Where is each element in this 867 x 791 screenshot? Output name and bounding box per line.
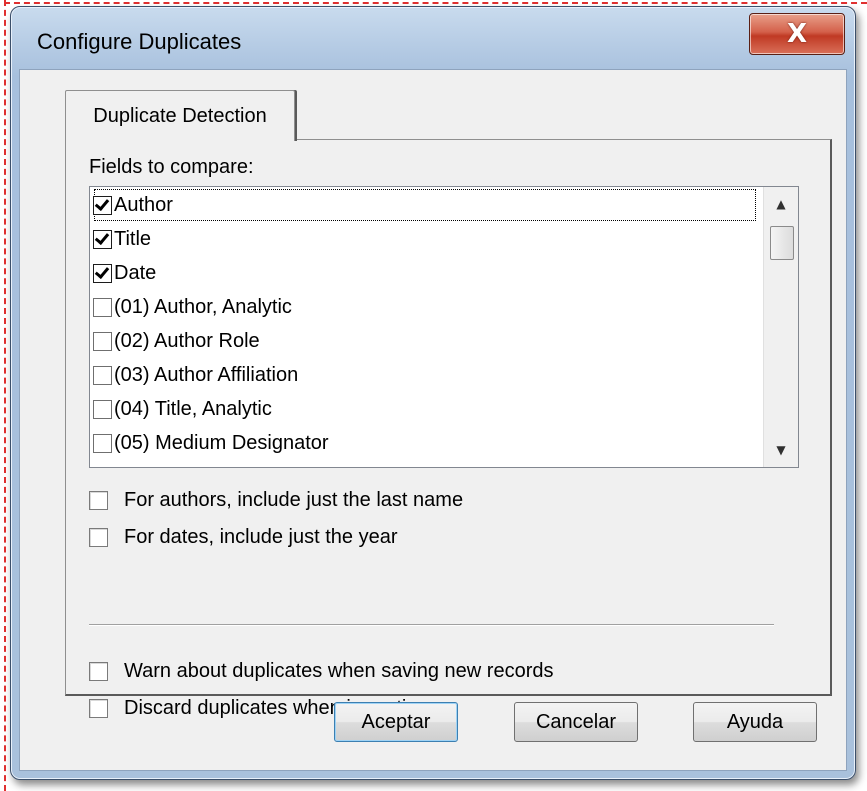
list-item[interactable]: (02) Author Role (93, 324, 757, 358)
field-label: (03) Author Affiliation (114, 363, 299, 386)
listbox-scrollbar[interactable]: ▲ ▼ (763, 187, 798, 467)
field-checkbox[interactable] (93, 365, 112, 385)
tab-duplicate-detection[interactable]: Duplicate Detection (65, 90, 295, 141)
dialog-client-area: Duplicate Detection Fields to compare: A… (19, 69, 847, 771)
list-item[interactable]: (03) Author Affiliation (93, 358, 757, 392)
options-divider (89, 624, 774, 626)
dates-year-label: For dates, include just the year (124, 525, 398, 548)
field-checkbox[interactable] (93, 433, 112, 453)
accept-button[interactable]: Aceptar (334, 702, 458, 742)
list-item[interactable]: (01) Author, Analytic (93, 290, 757, 324)
duplicate-detection-panel: Fields to compare: Author Title Date (01… (65, 139, 832, 719)
field-checkbox[interactable] (93, 195, 112, 215)
field-label: (05) Medium Designator (114, 431, 329, 454)
field-label: Title (114, 227, 152, 250)
warn-duplicates-option[interactable]: Warn about duplicates when saving new re… (89, 656, 554, 686)
list-item[interactable]: Title (93, 222, 757, 256)
fields-to-compare-label: Fields to compare: (89, 156, 254, 178)
dates-year-checkbox[interactable] (89, 527, 108, 547)
cancel-button[interactable]: Cancelar (514, 702, 638, 742)
field-label: Date (114, 261, 157, 284)
scroll-down-button[interactable]: ▼ (764, 433, 798, 467)
arrow-up-icon: ▲ (776, 197, 786, 211)
fields-listbox[interactable]: Author Title Date (01) Author, Analytic … (89, 186, 799, 468)
warn-duplicates-label: Warn about duplicates when saving new re… (124, 659, 554, 682)
dates-year-option[interactable]: For dates, include just the year (89, 522, 397, 552)
list-item[interactable]: Author (93, 188, 757, 222)
warn-duplicates-checkbox[interactable] (89, 661, 108, 681)
field-checkbox[interactable] (93, 399, 112, 419)
field-checkbox[interactable] (93, 263, 112, 283)
list-item[interactable]: (04) Title, Analytic (93, 392, 757, 426)
capture-border-top (4, 2, 867, 4)
scroll-thumb[interactable] (770, 226, 794, 260)
list-item[interactable]: (05) Medium Designator (93, 426, 757, 460)
authors-last-name-checkbox[interactable] (89, 490, 108, 510)
field-label: Author (114, 193, 173, 216)
field-checkbox[interactable] (93, 297, 112, 317)
authors-last-name-label: For authors, include just the last name (124, 488, 464, 511)
discard-duplicates-checkbox[interactable] (89, 698, 108, 718)
capture-border-left (4, 0, 6, 791)
close-button[interactable]: X (749, 13, 845, 55)
field-label: (02) Author Role (114, 329, 260, 352)
authors-last-name-option[interactable]: For authors, include just the last name (89, 485, 463, 515)
scroll-up-button[interactable]: ▲ (764, 187, 798, 221)
close-icon: X (786, 19, 808, 49)
window-title: Configure Duplicates (37, 29, 242, 54)
arrow-down-icon: ▼ (776, 443, 786, 457)
field-label: (04) Title, Analytic (114, 397, 272, 420)
configure-duplicates-dialog: Configure Duplicates X Duplicate Detecti… (10, 6, 856, 780)
field-checkbox[interactable] (93, 331, 112, 351)
help-button[interactable]: Ayuda (693, 702, 817, 742)
field-label: (01) Author, Analytic (114, 295, 292, 318)
list-item[interactable]: Date (93, 256, 757, 290)
title-bar[interactable]: Configure Duplicates X (11, 7, 855, 71)
field-checkbox[interactable] (93, 229, 112, 249)
